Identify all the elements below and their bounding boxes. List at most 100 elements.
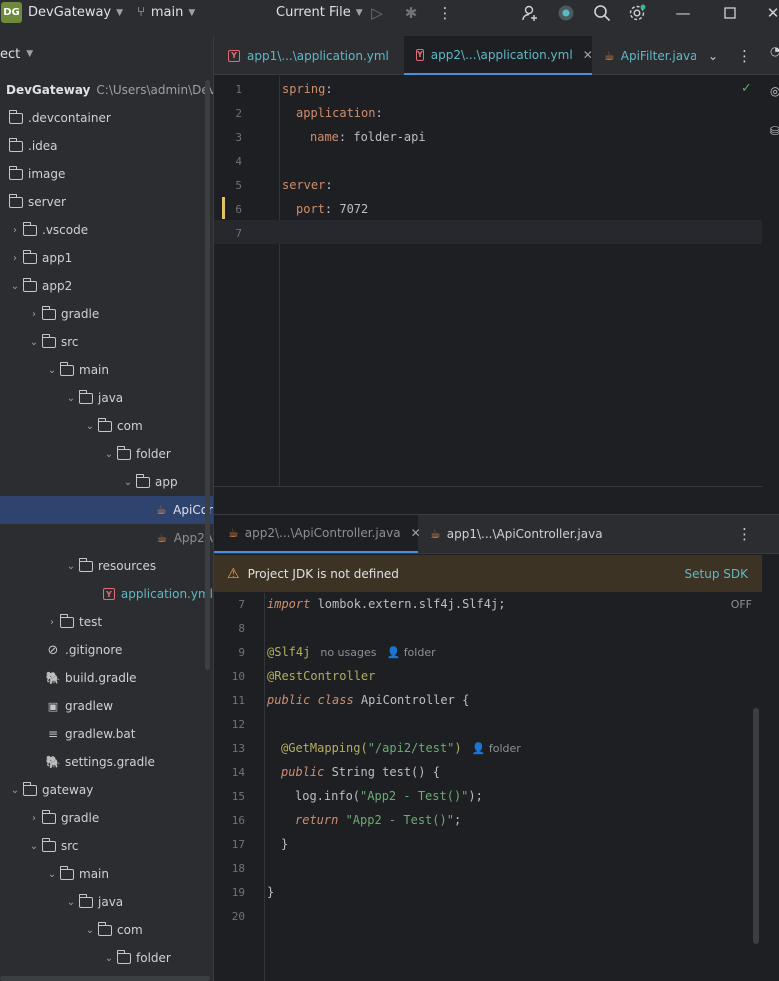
tree-item[interactable]: ⌄ folder <box>0 440 213 468</box>
tree-item[interactable]: ⌄ com <box>0 412 213 440</box>
tree-item[interactable]: ⌄ java <box>0 384 213 412</box>
chevron-down-icon[interactable]: ⌄ <box>83 421 97 432</box>
branch-switcher[interactable]: ⑂ main ▼ <box>137 5 195 20</box>
tree-item[interactable]: ⌄ java <box>0 888 213 916</box>
run-config-label: Current File <box>276 5 351 20</box>
chevron-down-icon[interactable]: ⌄ <box>27 337 41 348</box>
database-icon[interactable]: ⛁ <box>770 124 779 138</box>
chevron-down-icon[interactable]: ⌄ <box>83 925 97 936</box>
project-name: DevGateway <box>28 5 112 20</box>
project-tree[interactable]: DevGateway C:\Users\admin\DevGat .devcon… <box>0 76 213 981</box>
tree-item[interactable]: image <box>0 160 213 188</box>
tree-item[interactable]: ⌄ app2 <box>0 272 213 300</box>
tree-item[interactable]: ⌄ folder <box>0 944 213 972</box>
yaml-file-icon: Y <box>101 587 117 601</box>
debug-icon[interactable]: ✱ <box>400 2 422 24</box>
chevron-down-icon[interactable]: ⌄ <box>8 785 22 796</box>
chevron-down-icon[interactable]: ⌄ <box>27 841 41 852</box>
tree-item[interactable]: › app1 <box>0 244 213 272</box>
chevron-down-icon[interactable]: ⌄ <box>64 393 78 404</box>
code-line: @Slf4j no usages 👤 folder <box>267 645 436 659</box>
tree-item[interactable]: ⌄ src <box>0 328 213 356</box>
tree-item[interactable]: › test <box>0 608 213 636</box>
tree-item[interactable]: ⌄ com <box>0 916 213 944</box>
chevron-right-icon[interactable]: › <box>27 813 41 824</box>
tree-item[interactable]: ⌄ gateway <box>0 776 213 804</box>
tree-item[interactable]: ☕ App2A <box>0 524 213 552</box>
folder-icon <box>78 893 94 909</box>
settings-gear-icon[interactable] <box>626 2 648 24</box>
setup-sdk-link[interactable]: Setup SDK <box>685 567 748 581</box>
tree-item[interactable]: ⌄ resources <box>0 552 213 580</box>
ai-icon[interactable]: ◎ <box>770 84 779 98</box>
chevron-down-icon[interactable]: ⌄ <box>102 953 116 964</box>
chevron-down-icon[interactable]: ⌄ <box>45 365 59 376</box>
code-line: public class ApiController { <box>267 693 470 707</box>
chevron-down-icon[interactable]: ⌄ <box>102 449 116 460</box>
tab-app1-application-yml[interactable]: Y app1\...\application.yml <box>228 36 404 75</box>
project-panel-header[interactable]: ect ▼ <box>0 41 33 67</box>
tree-root[interactable]: DevGateway C:\Users\admin\DevGat <box>0 76 213 104</box>
yaml-editor[interactable]: ✓ 1 2 3 4 5 6 7 spring: application: nam… <box>214 76 762 486</box>
title-bar: DG DevGateway ▼ ⑂ main ▼ Current File ▼ … <box>0 0 779 25</box>
close-tab-icon[interactable]: ✕ <box>411 526 421 540</box>
search-icon[interactable] <box>591 2 613 24</box>
folder-icon <box>8 137 24 153</box>
tree-item-selected[interactable]: ☕ ApiCor <box>0 496 213 524</box>
code-line: public String test() { <box>281 765 440 779</box>
tree-item[interactable]: Yapplication.yml <box>0 580 213 608</box>
close-tab-icon[interactable]: ✕ <box>583 48 593 62</box>
tree-horizontal-scrollbar[interactable] <box>0 976 210 981</box>
inspection-ok-icon[interactable]: ✓ <box>741 81 752 96</box>
more-options-icon[interactable]: ⋮ <box>737 515 752 553</box>
split-divider[interactable] <box>214 486 762 514</box>
reader-mode-off-label[interactable]: OFF <box>731 598 752 611</box>
tree-item[interactable]: ⊘ .gitignore <box>0 636 213 664</box>
more-options-icon[interactable]: ⋮ <box>434 2 456 24</box>
chevron-down-icon[interactable]: ⌄ <box>121 477 135 488</box>
add-user-icon[interactable] <box>519 2 541 24</box>
tree-item[interactable]: .devcontainer <box>0 104 213 132</box>
tree-item[interactable]: ⌄ app <box>0 468 213 496</box>
maximize-icon[interactable] <box>719 2 741 24</box>
tree-item[interactable]: server <box>0 188 213 216</box>
chevron-down-icon[interactable]: ⌄ <box>64 561 78 572</box>
tree-item[interactable]: › .vscode <box>0 216 213 244</box>
tab-app1-apicontroller-java[interactable]: ☕ app1\...\ApiController.java <box>430 515 603 553</box>
chevron-right-icon[interactable]: › <box>27 309 41 320</box>
close-window-icon[interactable]: ✕ <box>762 2 779 24</box>
tab-app2-apicontroller-java[interactable]: ☕ app2\...\ApiController.java ✕ <box>214 515 421 553</box>
run-icon[interactable]: ▷ <box>366 2 388 24</box>
tabs-dropdown-icon[interactable]: ⌄ <box>708 36 718 75</box>
tree-item[interactable]: ⌄ src <box>0 832 213 860</box>
tree-item[interactable]: › gradle <box>0 300 213 328</box>
tree-item[interactable]: ⌄ main <box>0 860 213 888</box>
chevron-right-icon[interactable]: › <box>8 225 22 236</box>
project-switcher[interactable]: DevGateway ▼ <box>28 5 123 20</box>
tree-item[interactable]: ⌄ main <box>0 356 213 384</box>
notifications-icon[interactable]: ◔ <box>770 44 779 58</box>
minimize-icon[interactable]: — <box>672 2 694 24</box>
chevron-down-icon[interactable]: ⌄ <box>8 281 22 292</box>
tree-item[interactable]: ≡ gradlew.bat <box>0 720 213 748</box>
line-number: 5 <box>235 179 242 192</box>
ai-assistant-icon[interactable] <box>555 2 577 24</box>
tree-item[interactable]: 🐘 settings.gradle <box>0 748 213 776</box>
tab-app2-application-yml[interactable]: Y app2\...\application.yml ✕ <box>404 36 593 75</box>
more-options-icon[interactable]: ⋮ <box>737 36 752 75</box>
chevron-right-icon[interactable]: › <box>8 253 22 264</box>
line-number: 7 <box>238 598 245 611</box>
run-config-selector[interactable]: Current File ▼ <box>276 5 363 20</box>
tree-scrollbar[interactable] <box>205 80 210 670</box>
tree-item[interactable]: ▣ gradlew <box>0 692 213 720</box>
tree-item[interactable]: › gradle <box>0 804 213 832</box>
chevron-down-icon[interactable]: ⌄ <box>64 897 78 908</box>
java-editor[interactable]: OFF 7 8 9 10 11 12 13 14 15 16 17 18 19 … <box>214 593 762 981</box>
chevron-down-icon[interactable]: ⌄ <box>45 869 59 880</box>
chevron-right-icon[interactable]: › <box>45 617 59 628</box>
project-badge[interactable]: DG <box>1 2 22 23</box>
tab-apifilter-java[interactable]: ☕ ApiFilter.java <box>604 36 696 75</box>
tree-item[interactable]: 🐘 build.gradle <box>0 664 213 692</box>
tree-item[interactable]: .idea <box>0 132 213 160</box>
editor-scrollbar[interactable] <box>753 708 759 944</box>
